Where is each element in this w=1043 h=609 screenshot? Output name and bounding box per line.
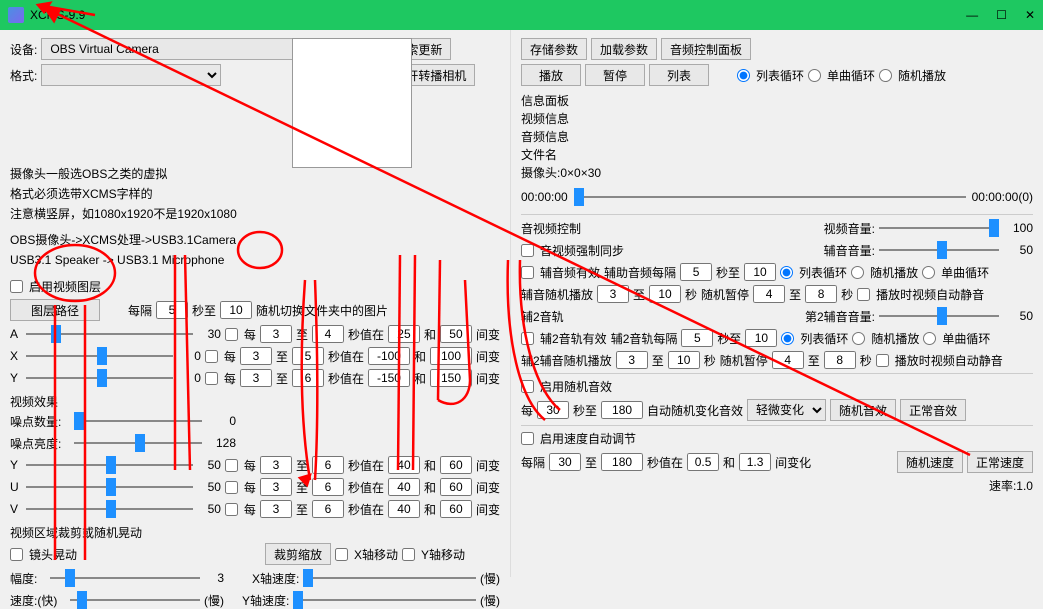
format-select[interactable] [41,64,221,86]
random-speed-button[interactable]: 随机速度 [897,451,963,473]
progress-slider[interactable] [574,188,966,206]
close-button[interactable]: ✕ [1025,8,1035,22]
video-vol-slider[interactable] [879,219,999,237]
pause-button[interactable]: 暂停 [585,64,645,86]
a-slider[interactable] [26,325,193,343]
layer-path-button[interactable]: 图层路径 [10,299,100,321]
random-play-radio[interactable] [879,69,892,82]
loop-single-radio[interactable] [808,69,821,82]
layer-interval-1[interactable] [156,301,188,319]
enable-layer-checkbox[interactable] [10,280,23,293]
loop-list-radio[interactable] [737,69,750,82]
preview-box [292,38,412,168]
info-panel: 信息面板 视频信息 音频信息 文件名 摄像头:0×0×30 [521,92,1033,182]
layer-interval-2[interactable] [220,301,252,319]
window-title: XCMS-9.9 [30,8,966,22]
save-params-button[interactable]: 存储参数 [521,38,587,60]
normal-speed-button[interactable]: 正常速度 [967,451,1033,473]
random-sfx-button[interactable]: 随机音效 [830,399,896,421]
maximize-button[interactable]: ☐ [996,8,1007,22]
titlebar: XCMS-9.9 — ☐ ✕ [0,0,1043,30]
audio-panel-button[interactable]: 音频控制面板 [661,38,751,60]
normal-sfx-button[interactable]: 正常音效 [900,399,966,421]
a-enable[interactable] [225,328,238,341]
sfx-preset-select[interactable]: 轻微变化 [747,399,826,421]
list-button[interactable]: 列表 [649,64,709,86]
minimize-button[interactable]: — [966,8,978,22]
crop-zoom-button[interactable]: 裁剪缩放 [265,543,331,565]
app-icon [8,7,24,23]
lens-shake-checkbox[interactable] [10,548,23,561]
tips-text: 摄像头一般选OBS之类的虚拟格式必须选带XCMS字样的注意横竖屏，如1080x1… [10,164,500,270]
play-button[interactable]: 播放 [521,64,581,86]
y-slider[interactable] [26,369,173,387]
load-params-button[interactable]: 加载参数 [591,38,657,60]
x-slider[interactable] [26,347,173,365]
